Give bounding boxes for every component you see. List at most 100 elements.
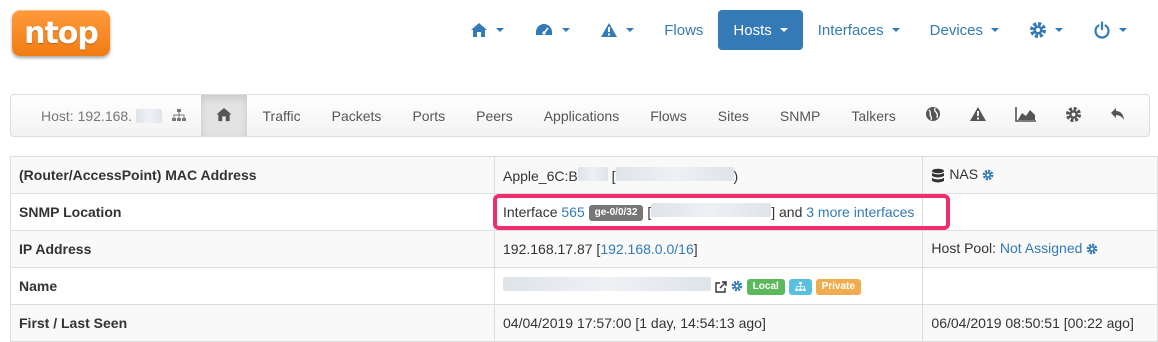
gear-icon[interactable] <box>982 168 994 184</box>
device-type-cell: NAS <box>922 156 1158 194</box>
interface-prefix: Interface <box>503 203 558 220</box>
redacted-host-octet <box>136 108 163 123</box>
top-navbar: Flows Hosts Interfaces Devices <box>455 10 1142 50</box>
power-menu[interactable] <box>1078 10 1142 50</box>
ip-label: IP Address <box>10 230 495 268</box>
caret-down-icon <box>496 28 505 32</box>
network-link[interactable]: 192.168.0.0/16 <box>600 241 693 257</box>
tab-back[interactable] <box>1096 95 1140 136</box>
empty-cell <box>922 267 1158 305</box>
mac-vendor: Apple_6C:B <box>503 167 578 184</box>
name-label: Name <box>10 267 495 305</box>
home-icon <box>470 22 488 38</box>
tab-alerts[interactable] <box>955 95 1001 136</box>
caret-down-icon <box>891 28 900 32</box>
table-row: Name Local Private <box>10 267 1158 305</box>
redacted-mac-detail <box>615 166 734 181</box>
caret-down-icon <box>991 28 999 32</box>
last-seen: 06/04/2019 08:50:51 [00:22 ago] <box>922 304 1158 342</box>
bracket-close: ] <box>693 241 698 257</box>
host-pool-link[interactable]: Not Assigned <box>1000 240 1083 256</box>
tab-sites[interactable]: Sites <box>702 95 764 136</box>
alerts-menu[interactable] <box>585 10 649 50</box>
tab-geomap[interactable] <box>911 95 955 136</box>
snmp-location-value: Interface 565 ge-0/0/32 [] and 3 more in… <box>493 193 924 231</box>
first-seen: 04/04/2019 17:57:00 [1 day, 14:54:13 ago… <box>493 304 924 342</box>
table-row: First / Last Seen 04/04/2019 17:57:00 [1… <box>10 304 1158 342</box>
name-value: Local Private <box>493 267 924 305</box>
mac-close: ) <box>733 167 739 184</box>
table-row: IP Address 192.168.17.87 [192.168.0.0/16… <box>10 230 1158 268</box>
and-text: and <box>779 203 803 220</box>
power-icon <box>1093 21 1111 39</box>
host-subnav: Host: 192.168. Traffic Packets Ports Pee… <box>10 94 1150 137</box>
host-pool-cell: Host Pool: Not Assigned <box>922 230 1158 268</box>
host-info-table: (Router/AccessPoint) MAC Address Apple_6… <box>10 156 1158 342</box>
settings-menu[interactable] <box>1014 10 1078 50</box>
network-badge <box>788 279 812 296</box>
mac-value: Apple_6C:B [) <box>493 156 924 194</box>
devices-menu[interactable]: Devices <box>915 10 1014 50</box>
tab-historical[interactable] <box>1001 95 1051 136</box>
interfaces-label: Interfaces <box>817 21 884 39</box>
devices-label: Devices <box>929 21 983 39</box>
seen-label: First / Last Seen <box>10 304 495 342</box>
caret-down-icon <box>779 28 788 32</box>
gear-icon <box>1065 106 1082 126</box>
tab-home[interactable] <box>201 95 247 136</box>
dashboard-icon <box>534 22 554 38</box>
hosts-menu[interactable]: Hosts <box>718 10 803 50</box>
caret-down-icon <box>626 28 635 32</box>
more-interfaces-link[interactable]: 3 more interfaces <box>806 204 914 220</box>
network-icon <box>172 108 187 124</box>
database-icon <box>931 166 949 183</box>
device-type: NAS <box>949 166 979 183</box>
caret-down-icon <box>562 28 571 32</box>
empty-cell <box>922 193 1158 231</box>
home-icon <box>215 107 233 125</box>
ip-address: 192.168.17.87 <box>503 241 593 257</box>
tab-peers[interactable]: Peers <box>461 95 529 136</box>
host-title[interactable]: Host: 192.168. <box>11 95 201 136</box>
ntop-logo[interactable]: ntop <box>12 10 110 56</box>
warning-icon <box>969 106 987 125</box>
interface-link[interactable]: 565 <box>561 204 584 220</box>
tab-applications[interactable]: Applications <box>528 95 635 136</box>
table-row: SNMP Location Interface 565 ge-0/0/32 []… <box>10 193 1158 231</box>
redacted-mac <box>577 166 608 181</box>
flows-label: Flows <box>664 21 704 39</box>
redacted-device <box>651 202 772 217</box>
caret-down-icon <box>1055 28 1063 32</box>
hosts-label: Hosts <box>733 21 772 39</box>
gear-icon[interactable] <box>731 279 743 295</box>
warning-icon <box>600 22 618 38</box>
tab-traffic[interactable]: Traffic <box>247 95 316 136</box>
external-link-icon[interactable] <box>715 278 731 294</box>
snmp-location-label: SNMP Location <box>10 193 495 231</box>
mac-label: (Router/AccessPoint) MAC Address <box>10 156 495 194</box>
local-badge: Local <box>746 279 785 296</box>
dashboard-menu[interactable] <box>519 10 585 50</box>
area-chart-icon <box>1015 106 1037 125</box>
ip-value: 192.168.17.87 [192.168.0.0/16] <box>493 230 924 268</box>
gear-icon[interactable] <box>1086 242 1098 258</box>
gear-icon <box>1029 21 1047 39</box>
host-pool-label: Host Pool: <box>931 240 997 257</box>
tab-packets[interactable]: Packets <box>316 95 397 136</box>
interface-badge: ge-0/0/32 <box>588 205 644 222</box>
tab-talkers[interactable]: Talkers <box>836 95 911 136</box>
redacted-hostname <box>503 276 711 291</box>
private-badge: Private <box>815 279 861 296</box>
table-row: (Router/AccessPoint) MAC Address Apple_6… <box>10 156 1158 194</box>
home-menu[interactable] <box>455 10 519 50</box>
interfaces-menu[interactable]: Interfaces <box>803 10 915 50</box>
reply-icon <box>1110 107 1126 124</box>
globe-icon <box>925 106 941 125</box>
caret-down-icon <box>1119 28 1127 32</box>
tab-ports[interactable]: Ports <box>397 95 461 136</box>
tab-settings[interactable] <box>1051 95 1096 136</box>
flows-link[interactable]: Flows <box>649 10 718 50</box>
mac-bracket: [ <box>611 167 616 184</box>
tab-flows[interactable]: Flows <box>635 95 703 136</box>
tab-snmp[interactable]: SNMP <box>764 95 835 136</box>
